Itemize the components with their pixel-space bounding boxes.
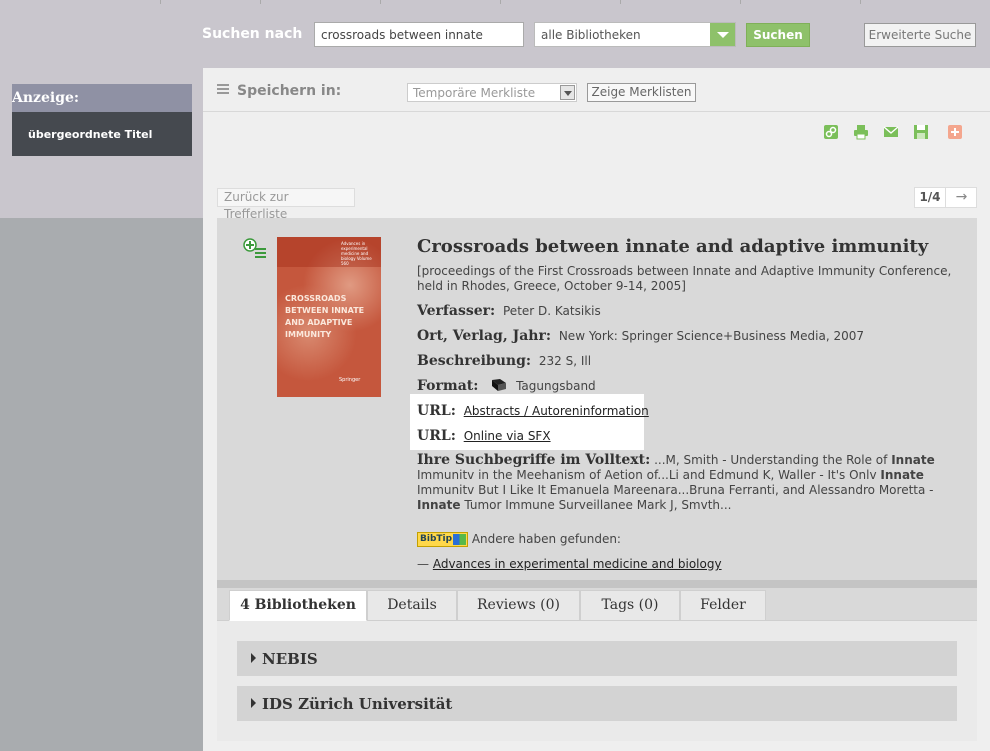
record-pager: 1/4 →: [914, 187, 977, 208]
watchlist-select[interactable]: Temporäre Merkliste: [407, 83, 577, 102]
search-input[interactable]: [314, 22, 524, 47]
author-row: Verfasser: Peter D. Katsikis: [417, 303, 601, 319]
libraries-panel: NEBIS IDS Zürich Universität: [217, 621, 977, 741]
divider: [500, 0, 501, 4]
description-label: Beschreibung:: [417, 353, 532, 369]
add-to-list-icon[interactable]: [243, 238, 267, 260]
tab-tags[interactable]: Tags (0): [580, 590, 680, 621]
tab-fields[interactable]: Felder: [680, 590, 766, 621]
link-icon[interactable]: [823, 124, 839, 140]
divider: [860, 0, 861, 4]
display-heading: Anzeige:: [12, 84, 192, 112]
top-search-bar: Suchen nach alle Bibliotheken Suchen Erw…: [0, 0, 990, 68]
fulltext-snippet: Ihre Suchbegriffe im Volltext: ...M, Smi…: [417, 453, 965, 513]
divider: [740, 0, 741, 4]
fulltext-text: Tumor Immune Surveillanee Mark J, Smvth.…: [460, 498, 732, 512]
record-main-panel: Speichern in: Temporäre Merkliste Zeige …: [203, 68, 990, 751]
watchlist-select-value: Temporäre Merkliste: [413, 86, 536, 100]
email-icon[interactable]: [883, 124, 899, 140]
divider: [260, 0, 261, 4]
bibtip-label: Andere haben gefunden:: [471, 532, 621, 546]
tab-reviews[interactable]: Reviews (0): [457, 590, 580, 621]
library-item[interactable]: NEBIS: [237, 641, 957, 676]
tab-libraries[interactable]: 4 Bibliotheken: [229, 590, 367, 621]
bibtip-row: BibTip Andere haben gefunden:: [417, 532, 621, 547]
related-link[interactable]: Advances in experimental medicine and bi…: [433, 557, 722, 571]
book-icon: [492, 379, 507, 391]
advanced-search-button[interactable]: Erweiterte Suche: [864, 23, 976, 47]
description-value: 232 S, Ill: [538, 354, 592, 368]
caret-right-icon: [251, 653, 256, 663]
record-tabs: 4 Bibliotheken Details Reviews (0) Tags …: [217, 588, 977, 621]
imprint-value: New York: Springer Science+Business Medi…: [558, 329, 865, 343]
pager-count: 1/4: [915, 188, 946, 207]
search-button[interactable]: Suchen: [746, 23, 810, 47]
show-watchlists-button[interactable]: Zeige Merklisten: [587, 83, 696, 102]
fulltext-text: Immunitv in the Meehanism of Aetion of..…: [417, 468, 881, 482]
save-bar: Speichern in: Temporäre Merkliste Zeige …: [203, 68, 990, 112]
tab-details[interactable]: Details: [367, 590, 457, 621]
library-name: NEBIS: [262, 650, 318, 668]
divider: [160, 0, 161, 4]
sfx-link[interactable]: Online via SFX: [464, 429, 551, 443]
description-row: Beschreibung: 232 S, Ill: [417, 353, 591, 369]
format-value: Tagungsband: [516, 379, 596, 393]
bibtip-logo-text: BibTip: [420, 534, 453, 544]
author-label: Verfasser:: [417, 303, 496, 319]
format-label: Format:: [417, 378, 479, 394]
parent-titles-link[interactable]: übergeordnete Titel: [12, 112, 192, 156]
fulltext-text: ...M, Smith - Understanding the Role of: [650, 453, 892, 467]
cover-title: Crossroads between innate and adaptive i…: [285, 294, 365, 339]
back-to-results-button[interactable]: Zurück zur Trefferliste: [217, 188, 355, 221]
related-item: — Advances in experimental medicine and …: [417, 557, 722, 571]
url-label: URL:: [417, 403, 456, 419]
related-bullet: —: [417, 557, 429, 571]
record-subtitle: [proceedings of the First Crossroads bet…: [417, 264, 952, 293]
url-label: URL:: [417, 428, 456, 444]
bibtip-logo: BibTip: [417, 532, 468, 547]
list-icon: [217, 84, 229, 96]
bibtip-logo-square: [453, 534, 466, 545]
save-label: Speichern in:: [237, 83, 342, 99]
fulltext-highlight: Innate: [880, 468, 924, 482]
library-select[interactable]: alle Bibliotheken: [534, 22, 736, 47]
author-value: Peter D. Katsikis: [503, 304, 601, 318]
caret-right-icon: [251, 698, 256, 708]
chevron-down-icon[interactable]: [560, 85, 575, 100]
record-actions: [823, 124, 968, 140]
abstracts-link[interactable]: Abstracts / Autoreninformation: [464, 404, 649, 418]
library-select-value: alle Bibliotheken: [541, 28, 641, 42]
library-item[interactable]: IDS Zürich Universität: [237, 686, 957, 721]
add-icon[interactable]: [947, 124, 963, 140]
fulltext-text: Immunitv But I Like It Emanuela Mareenar…: [417, 483, 934, 497]
divider: [620, 0, 621, 4]
fulltext-highlight: Innate: [891, 453, 935, 467]
library-name: IDS Zürich Universität: [262, 695, 453, 713]
fulltext-label: Ihre Suchbegriffe im Volltext:: [417, 452, 651, 468]
chevron-down-icon[interactable]: [710, 23, 735, 46]
display-sidebar: Anzeige: übergeordnete Titel: [0, 68, 203, 218]
print-icon[interactable]: [853, 124, 869, 140]
divider: [380, 0, 381, 4]
fulltext-highlight: Innate: [417, 498, 461, 512]
cover-series: Advances in experimental medicine and bi…: [341, 241, 372, 266]
imprint-row: Ort, Verlag, Jahr: New York: Springer Sc…: [417, 328, 864, 344]
imprint-label: Ort, Verlag, Jahr:: [417, 328, 551, 344]
record-title: Crossroads between innate and adaptive i…: [417, 236, 929, 257]
save-icon[interactable]: [913, 124, 929, 140]
book-cover-image[interactable]: Advances in experimental medicine and bi…: [277, 237, 381, 397]
url-row-2: URL: Online via SFX: [417, 428, 551, 444]
tabs-strip: [217, 580, 977, 588]
next-record-arrow-icon[interactable]: →: [947, 188, 976, 207]
url-row-1: URL: Abstracts / Autoreninformation: [417, 403, 649, 419]
cover-publisher: Springer: [339, 377, 361, 383]
search-label: Suchen nach: [202, 26, 303, 42]
format-row: Format: Tagungsband: [417, 378, 596, 394]
